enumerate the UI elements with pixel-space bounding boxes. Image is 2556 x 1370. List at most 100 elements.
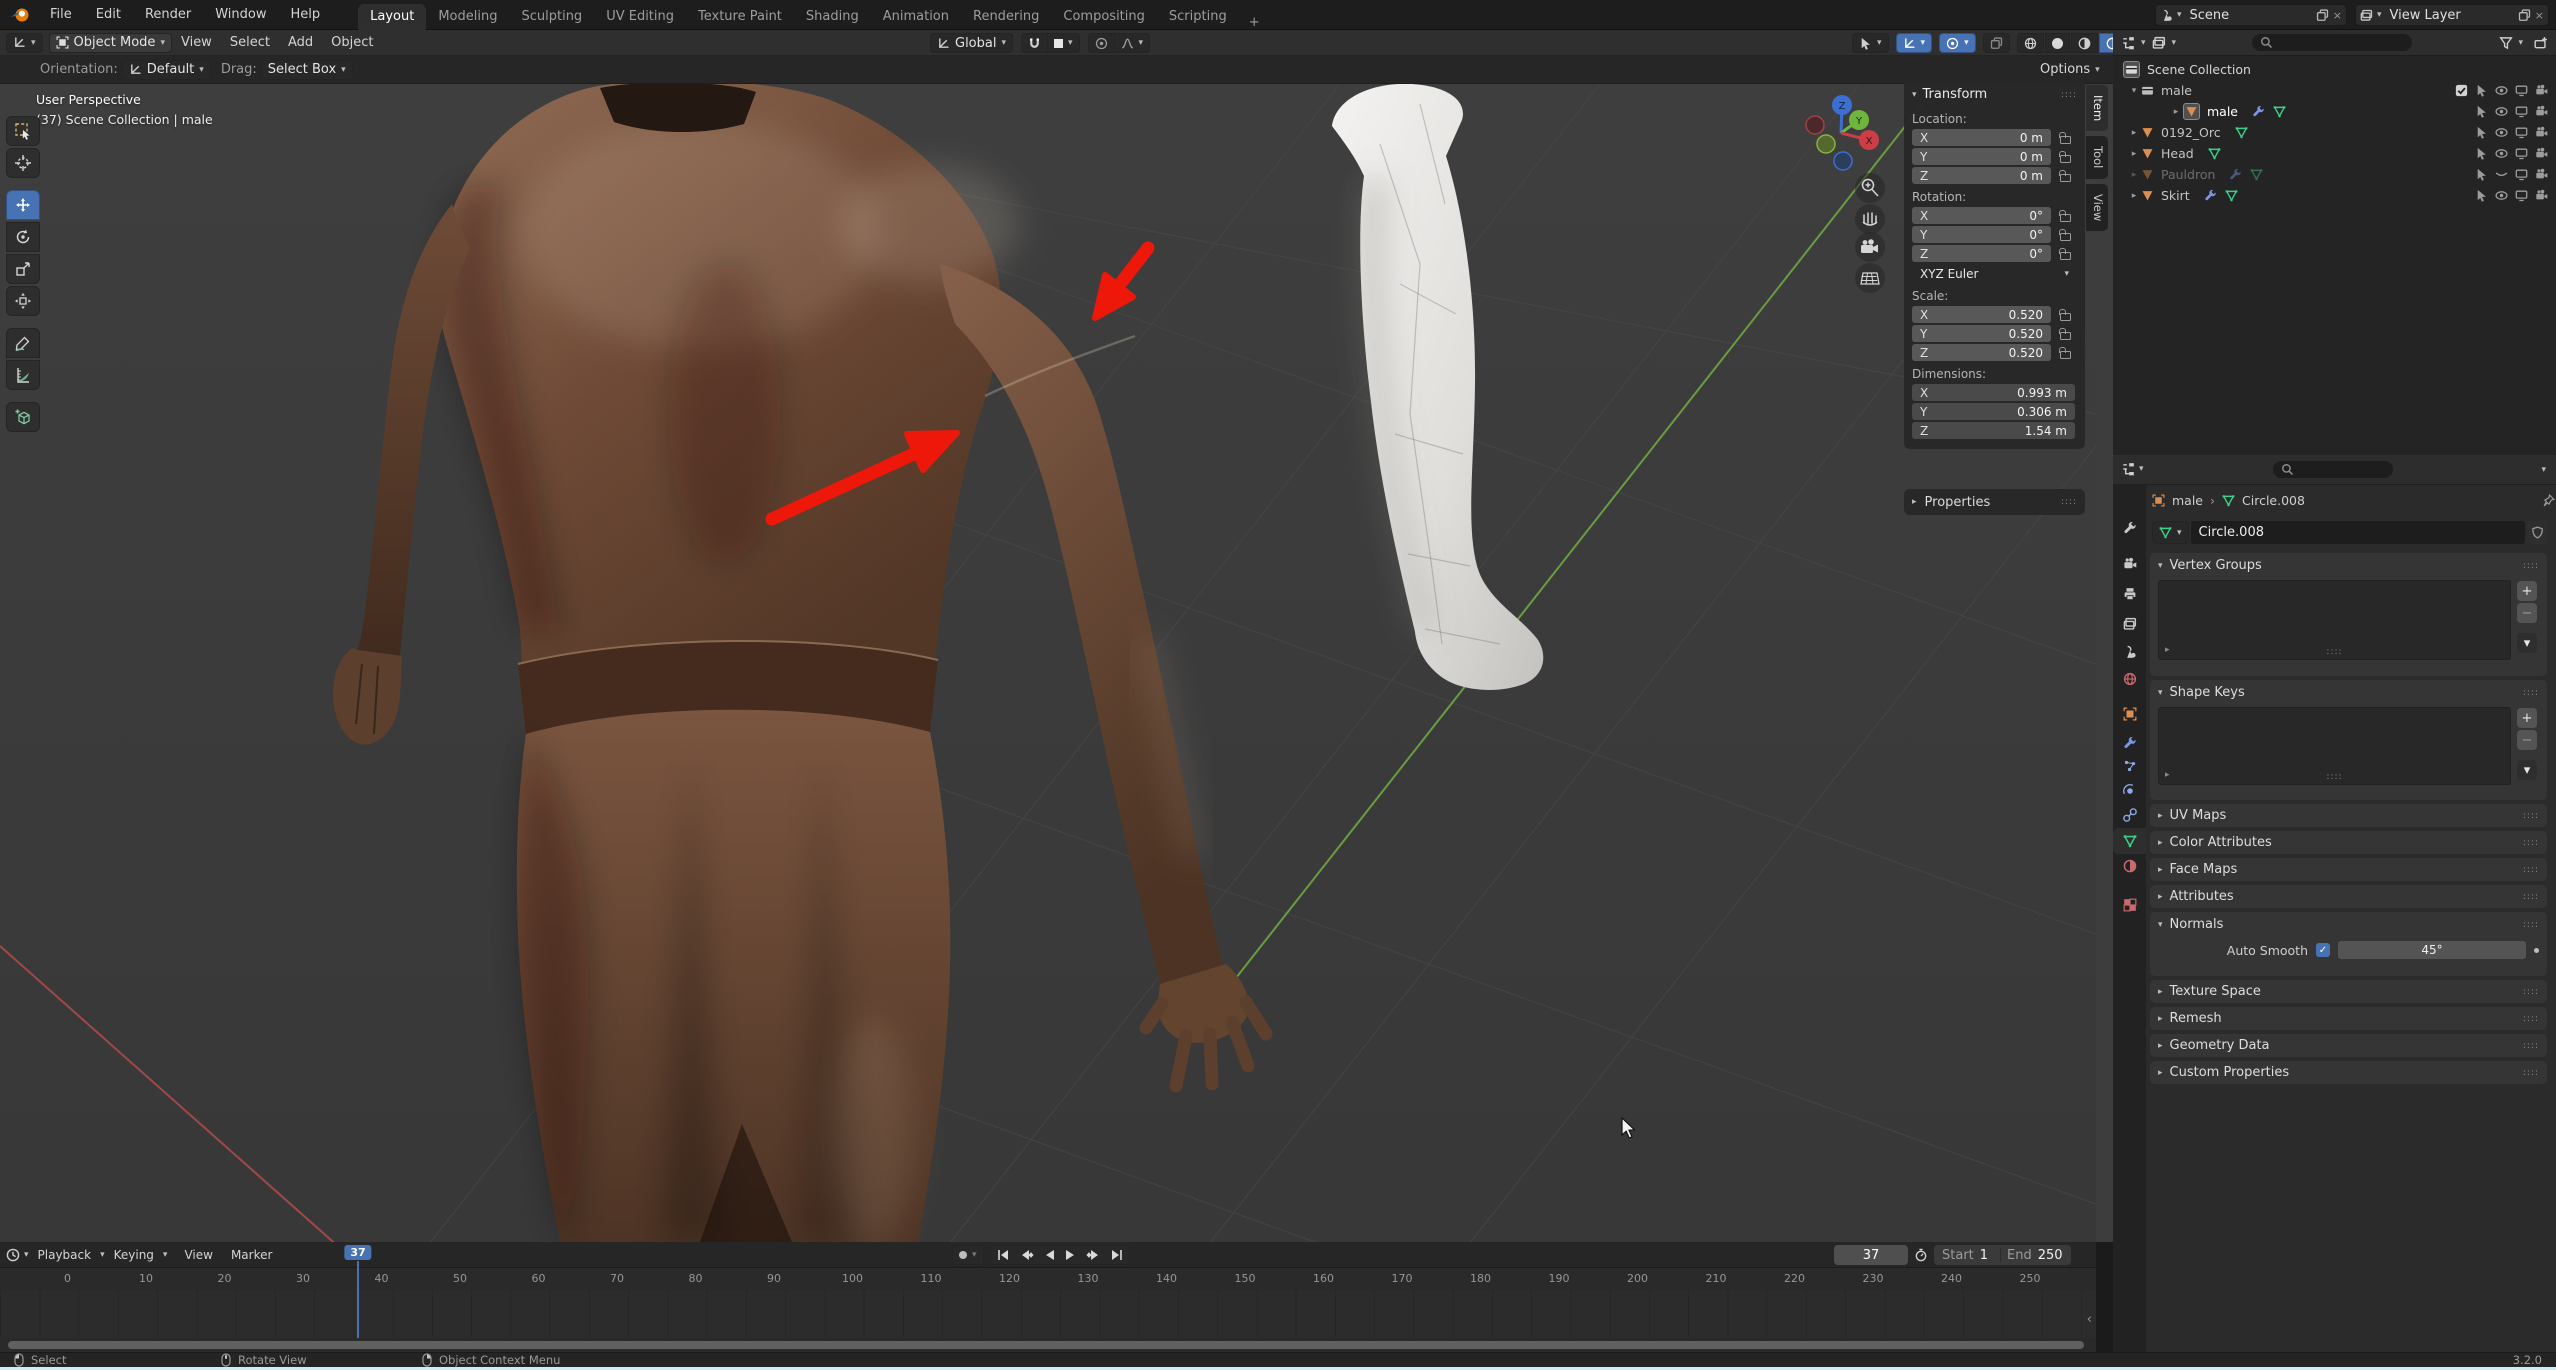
jump-to-start-button[interactable] [997,1249,1010,1261]
tool-annotate[interactable] [6,328,40,358]
viewport-hide-icon[interactable] [2515,168,2528,181]
panel-header-shape-keys[interactable]: ▾ Shape Keys :::: [2150,680,2547,705]
gizmo-neg-z[interactable] [1834,152,1852,170]
auto-smooth-checkbox[interactable]: ✓ [2316,943,2330,957]
timeline-editor-type-button[interactable]: ▾ [6,1248,29,1262]
gizmos-toggle[interactable]: ▾ [1896,33,1933,53]
panel-geometry-data[interactable]: ▸Geometry Data:::: [2150,1034,2547,1057]
copy-icon[interactable] [2316,9,2329,22]
outliner-row-male-object[interactable]: ▸ male [2113,101,2556,122]
tool-add-cube[interactable] [6,402,40,432]
breadcrumb-data[interactable]: Circle.008 [2242,493,2305,508]
location-z-field[interactable]: Z0 m [1912,167,2051,184]
disclosure-closed-icon[interactable]: ▸ [2127,128,2141,138]
remove-vertex-group-button[interactable]: − [2517,603,2537,623]
menu-add[interactable]: Add [279,35,322,50]
tab-rendering[interactable]: Rendering [961,4,1051,30]
filter-disclosure-icon[interactable]: ▸ [2165,770,2170,780]
shape-key-specials-button[interactable]: ▾ [2517,760,2537,780]
tool-move[interactable] [6,190,40,220]
lock-icon[interactable] [2060,210,2071,222]
proportional-editing-toggle[interactable] [1088,33,1115,53]
tab-object-data[interactable] [2113,828,2146,854]
tab-uv-editing[interactable]: UV Editing [594,4,686,30]
properties-editor-type-button[interactable]: ▾ [2121,462,2144,476]
menu-playback[interactable]: Playback [29,1248,101,1262]
outliner-label[interactable]: 0192_Orc [2161,125,2221,140]
viewport-hide-icon[interactable] [2515,189,2528,202]
outliner-label[interactable]: male [2161,83,2192,98]
snap-settings-dropdown[interactable]: ▾ [1048,33,1080,53]
add-vertex-group-button[interactable]: + [2517,581,2537,601]
outliner-row-male-collection[interactable]: ▾ male [2113,80,2556,101]
datablock-type-dropdown[interactable]: ▾ [2152,521,2189,544]
tool-select-box[interactable] [6,116,40,146]
tab-shading[interactable]: Shading [794,4,871,30]
datablock-name-input[interactable]: Circle.008 [2191,521,2525,544]
mesh-data-icon[interactable] [2208,147,2221,160]
viewport-3d[interactable]: ▾ Object Mode ▾ View Select Add Object G… [0,30,2113,1242]
close-icon[interactable]: × [2333,9,2342,22]
outliner-search-input[interactable] [2252,34,2412,51]
dimensions-z-field[interactable]: Z1.54 m [1912,422,2075,439]
scene-selector[interactable]: ▾ Scene × [2155,4,2347,26]
add-workspace-button[interactable]: + [1239,15,1270,30]
eye-icon[interactable] [2495,189,2508,202]
selectable-icon[interactable] [2475,84,2488,97]
lock-icon[interactable] [2060,170,2071,182]
outliner-label[interactable]: Skirt [2161,188,2190,203]
tab-tool[interactable] [2113,515,2146,541]
tool-measure[interactable] [6,360,40,390]
prev-keyframe-button[interactable] [1020,1249,1034,1261]
lock-icon[interactable] [2060,151,2071,163]
panel-header-normals[interactable]: ▾ Normals :::: [2150,912,2547,937]
disclosure-closed-icon[interactable]: ▸ [2169,107,2183,117]
menu-edit[interactable]: Edit [84,7,133,22]
disclosure-open-icon[interactable]: ▾ [2127,86,2141,96]
outliner-label[interactable]: male [2207,104,2238,119]
viewport-hide-icon[interactable] [2515,84,2528,97]
filter-type-icon[interactable] [2152,36,2166,50]
timeline-ruler[interactable]: 0 10 20 30 40 50 60 70 80 90 100 110 120… [0,1268,2096,1290]
menu-object[interactable]: Object [322,35,382,50]
tab-scene[interactable] [2113,639,2146,665]
tab-physics[interactable] [2113,778,2146,804]
disclosure-closed-icon[interactable]: ▸ [2127,170,2141,180]
eye-icon[interactable] [2495,105,2508,118]
menu-view[interactable]: View [172,35,221,50]
tab-output[interactable] [2113,581,2146,607]
mesh-data-icon[interactable] [2235,126,2248,139]
panel-uv-maps[interactable]: ▸UV Maps:::: [2150,804,2547,827]
next-keyframe-button[interactable] [1086,1249,1100,1261]
lock-icon[interactable] [2060,248,2071,260]
playhead-label[interactable]: 37 [344,1245,371,1260]
checkbox-icon[interactable] [2455,84,2468,97]
disclosure-closed-icon[interactable]: ▸ [2127,191,2141,201]
vertex-groups-list[interactable]: ▸ :::: [2158,580,2511,660]
orientation-default-dropdown[interactable]: Default ▾ [122,60,211,80]
outliner-row-head[interactable]: ▸ Head [2113,143,2556,164]
remove-shape-key-button[interactable]: − [2517,730,2537,750]
lock-icon[interactable] [2060,229,2071,241]
tab-particles[interactable] [2113,753,2146,779]
auto-smooth-angle-field[interactable]: 45° [2338,941,2526,959]
tab-texture-paint[interactable]: Texture Paint [686,4,794,30]
view-layer-name[interactable]: View Layer [2386,8,2514,23]
scale-x-field[interactable]: X0.520 [1912,306,2051,323]
mesh-data-icon[interactable] [2225,189,2238,202]
render-hide-icon[interactable] [2535,168,2548,181]
tab-world[interactable] [2113,666,2146,692]
start-value[interactable]: 1 [1980,1248,1988,1263]
outliner-row-skirt[interactable]: ▸ Skirt [2113,185,2556,206]
jump-to-end-button[interactable] [1110,1249,1123,1261]
panel-remesh[interactable]: ▸Remesh:::: [2150,1007,2547,1030]
filter-icon[interactable] [2499,36,2513,50]
properties-options-dropdown[interactable]: ▾ [2541,465,2546,475]
modifier-wrench-icon[interactable] [2204,189,2217,202]
drag-mode-dropdown[interactable]: Select Box ▾ [261,60,353,80]
shading-solid-button[interactable] [2045,33,2070,53]
selectable-icon[interactable] [2475,105,2488,118]
tab-animation[interactable]: Animation [871,4,961,30]
object-type-visibility-dropdown[interactable]: ▾ [1852,33,1889,53]
rotation-x-field[interactable]: X0° [1912,207,2051,224]
